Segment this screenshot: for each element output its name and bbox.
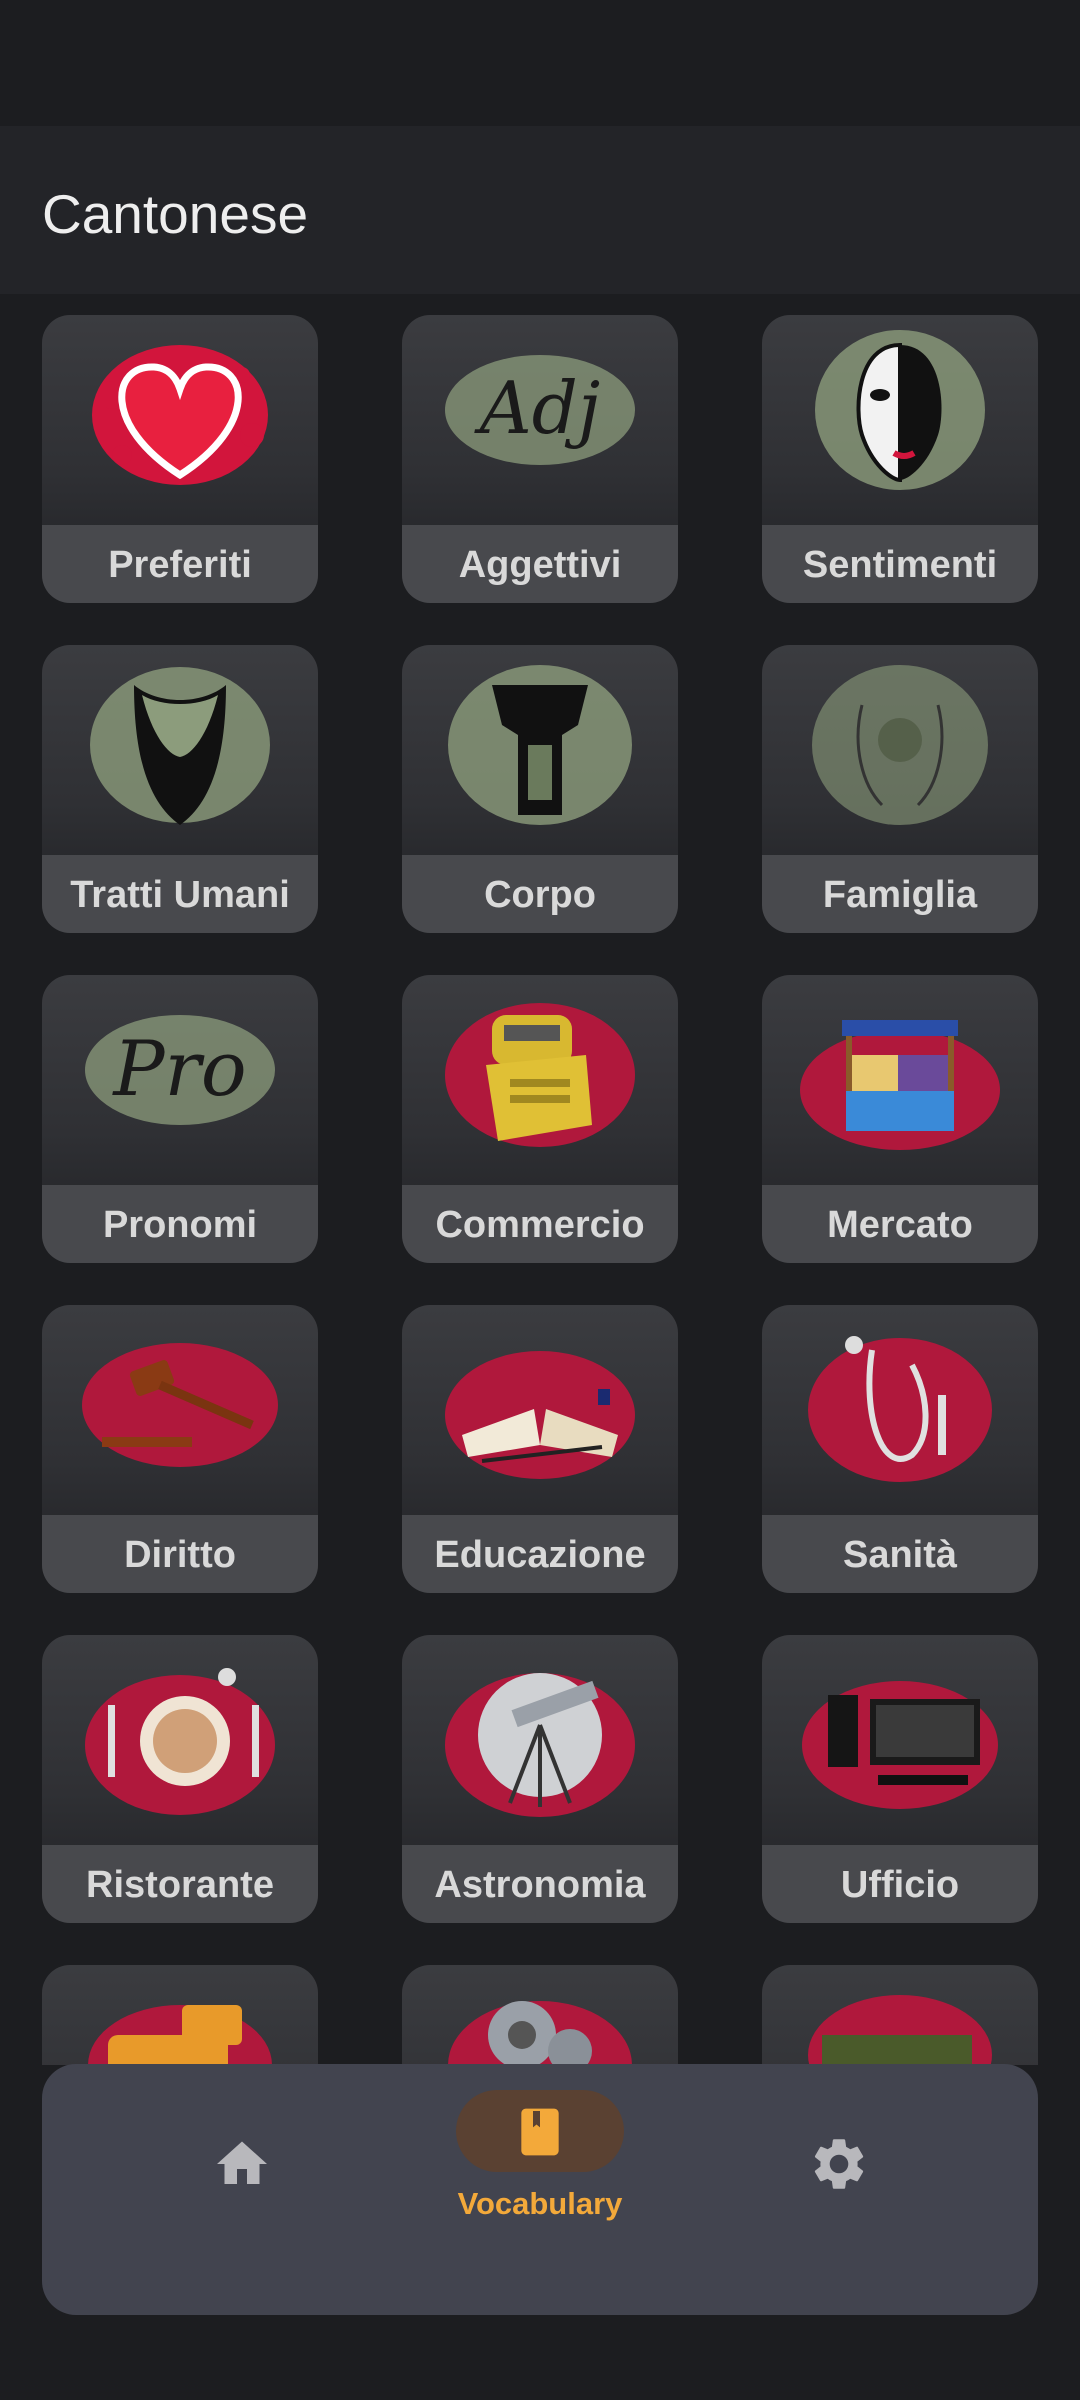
category-card-pronomi[interactable]: Pro Pronomi	[42, 975, 318, 1263]
category-label: Diritto	[42, 1515, 318, 1593]
category-card-ristorante[interactable]: Ristorante	[42, 1635, 318, 1923]
category-label: Sentimenti	[762, 525, 1038, 603]
nav-vocabulary-label: Vocabulary	[457, 2186, 623, 2221]
nav-settings[interactable]	[748, 2064, 928, 2315]
status-bar	[0, 0, 1080, 126]
category-grid: Preferiti Adj Aggettivi Sentimenti Tratt…	[42, 315, 1038, 2065]
category-card-famiglia[interactable]: Famiglia	[762, 645, 1038, 933]
category-card-educazione[interactable]: Educazione	[402, 1305, 678, 1593]
tractor-icon	[88, 2005, 272, 2065]
category-card-sanita[interactable]: Sanità	[762, 1305, 1038, 1593]
computer-icon	[802, 1681, 998, 1809]
cash-register-icon	[445, 1003, 635, 1147]
category-card-tractor[interactable]	[42, 1965, 318, 2065]
category-card-preferiti[interactable]: Preferiti	[42, 315, 318, 603]
category-card-commercio[interactable]: Commercio	[402, 975, 678, 1263]
page-title: Cantonese	[42, 183, 309, 245]
gears-icon	[448, 2001, 632, 2065]
svg-text:Adj: Adj	[474, 366, 600, 450]
nav-home[interactable]	[152, 2064, 332, 2315]
category-card-tank[interactable]	[762, 1965, 1038, 2065]
app-bar: Cantonese	[0, 126, 1080, 294]
category-card-tratti-umani[interactable]: Tratti Umani	[42, 645, 318, 933]
pro-text-icon: Pro	[85, 1015, 275, 1125]
market-stall-icon	[800, 1020, 1000, 1150]
category-label: Educazione	[402, 1515, 678, 1593]
category-card-diritto[interactable]: Diritto	[42, 1305, 318, 1593]
gear-icon	[814, 2139, 864, 2189]
category-card-mercato[interactable]: Mercato	[762, 975, 1038, 1263]
home-icon	[217, 2141, 267, 2184]
telescope-icon	[445, 1673, 635, 1817]
face-mask-icon	[90, 667, 270, 825]
category-label: Mercato	[762, 1185, 1038, 1263]
family-icon	[812, 665, 988, 825]
category-label: Preferiti	[42, 525, 318, 603]
category-card-gears[interactable]	[402, 1965, 678, 2065]
adj-text-icon: Adj	[445, 355, 635, 465]
book-icon	[445, 1351, 635, 1479]
nav-vocabulary[interactable]: Vocabulary	[402, 2064, 678, 2315]
category-label: Ufficio	[762, 1845, 1038, 1923]
category-label: Sanità	[762, 1515, 1038, 1593]
tank-icon	[808, 1995, 992, 2065]
category-label: Tratti Umani	[42, 855, 318, 933]
category-label: Famiglia	[762, 855, 1038, 933]
body-icon	[448, 665, 632, 825]
category-card-sentimenti[interactable]: Sentimenti	[762, 315, 1038, 603]
stethoscope-icon	[808, 1336, 992, 1482]
category-card-corpo[interactable]: Corpo	[402, 645, 678, 933]
plate-icon	[85, 1668, 275, 1815]
category-label: Ristorante	[42, 1845, 318, 1923]
bottom-navigation: Vocabulary	[42, 2064, 1038, 2315]
category-card-aggettivi[interactable]: Adj Aggettivi	[402, 315, 678, 603]
category-label: Corpo	[402, 855, 678, 933]
svg-text:Pro: Pro	[111, 1024, 246, 1113]
category-label: Astronomia	[402, 1845, 678, 1923]
mask-icon	[815, 330, 985, 490]
book-icon	[521, 2108, 559, 2156]
gavel-icon	[82, 1343, 278, 1467]
category-label: Aggettivi	[402, 525, 678, 603]
category-label: Pronomi	[42, 1185, 318, 1263]
category-label: Commercio	[402, 1185, 678, 1263]
heart-icon	[92, 345, 268, 485]
category-card-astronomia[interactable]: Astronomia	[402, 1635, 678, 1923]
category-card-ufficio[interactable]: Ufficio	[762, 1635, 1038, 1923]
